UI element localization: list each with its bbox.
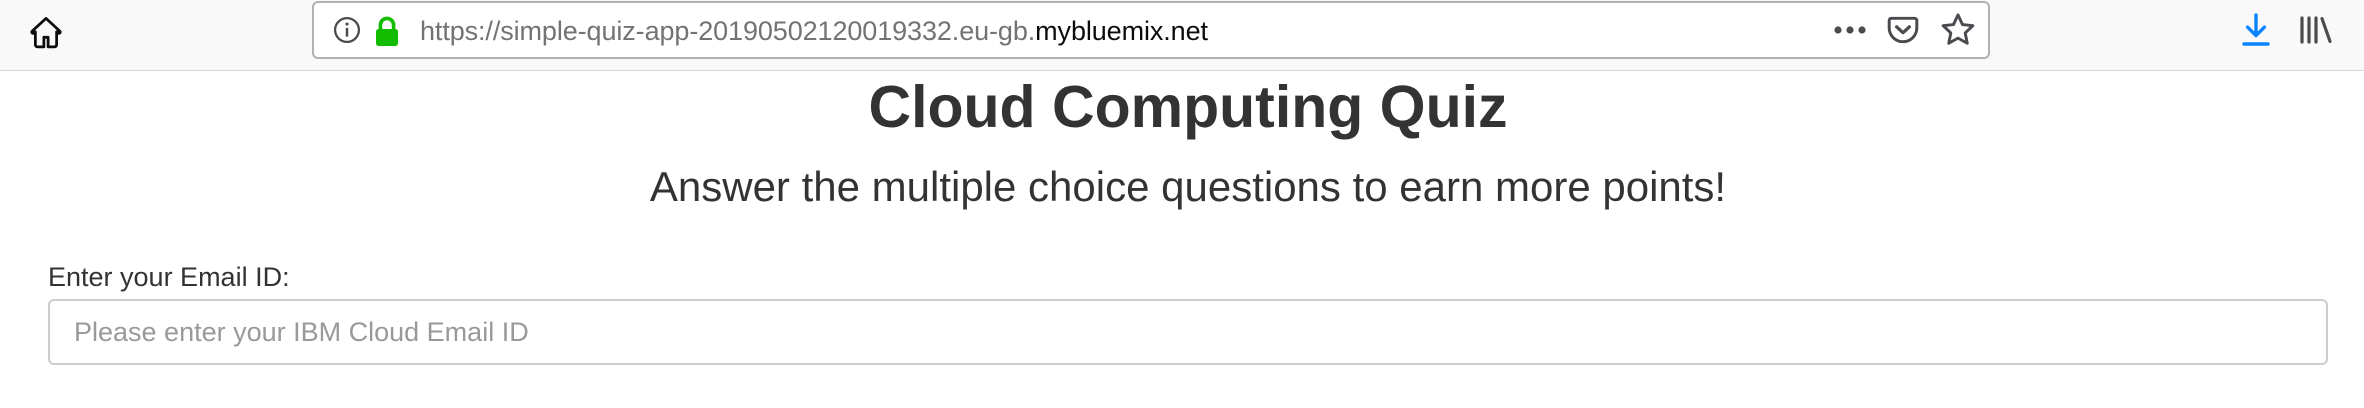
email-input[interactable] [48, 299, 2328, 365]
address-bar[interactable]: https://simple-quiz-app-2019050212001933… [312, 1, 1990, 59]
home-icon [30, 17, 62, 49]
url-text[interactable]: https://simple-quiz-app-2019050212001933… [420, 15, 1208, 47]
library-button[interactable] [2292, 6, 2340, 54]
pocket-icon[interactable] [1886, 13, 1920, 47]
info-icon[interactable] [333, 16, 361, 44]
downloads-button[interactable] [2232, 6, 2280, 54]
home-button[interactable] [22, 8, 70, 56]
browser-toolbar: https://simple-quiz-app-2019050212001933… [0, 0, 2364, 71]
library-icon [2300, 16, 2332, 44]
lock-icon[interactable] [374, 15, 400, 47]
page-title: Cloud Computing Quiz [868, 74, 1508, 140]
more-icon[interactable] [1830, 14, 1870, 46]
page-content: Cloud Computing Quiz Answer the multiple… [0, 72, 2364, 408]
url-domain: mybluemix.net [1035, 16, 1208, 46]
email-label: Enter your Email ID: [48, 262, 290, 292]
star-icon[interactable] [1940, 12, 1976, 48]
download-icon [2242, 13, 2270, 46]
url-prefix: https://simple-quiz-app-2019050212001933… [420, 16, 1036, 46]
page-subtitle: Answer the multiple choice questions to … [649, 163, 1727, 210]
